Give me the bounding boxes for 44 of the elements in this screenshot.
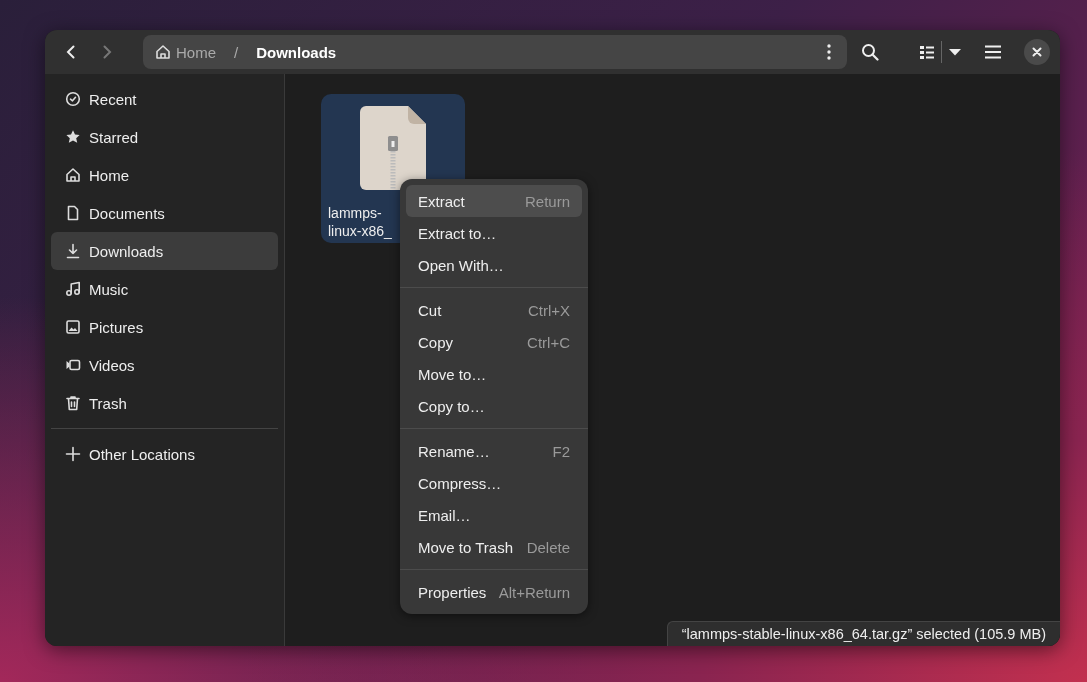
path-separator: / [234, 43, 239, 61]
sidebar-item[interactable]: Videos [51, 346, 278, 384]
menu-icon [985, 45, 1001, 59]
sidebar-item[interactable]: Downloads [51, 232, 278, 270]
home-icon [155, 44, 171, 60]
sidebar-item[interactable]: Starred [51, 118, 278, 156]
music-note-icon [65, 281, 81, 297]
picture-icon [65, 319, 81, 335]
search-icon [861, 43, 879, 61]
list-icon [919, 44, 935, 60]
archive-file-icon [360, 106, 426, 190]
menu-item[interactable]: Copy Ctrl+C [406, 326, 582, 358]
video-camera-icon [65, 357, 81, 373]
sidebar-item[interactable]: Other Locations [51, 435, 278, 473]
path-segment[interactable]: Home [155, 43, 216, 61]
star-icon [65, 129, 81, 145]
plus-icon [65, 446, 81, 462]
menu-item[interactable]: Move to… [406, 358, 582, 390]
menu-item[interactable]: Rename… F2 [406, 435, 582, 467]
close-icon [1032, 47, 1042, 57]
sidebar-item[interactable]: Trash [51, 384, 278, 422]
menu-item[interactable]: Email… [406, 499, 582, 531]
menu-item[interactable]: Cut Ctrl+X [406, 294, 582, 326]
sidebar-item[interactable]: Pictures [51, 308, 278, 346]
clock-icon [65, 91, 81, 107]
file-name: lammps- linux-x86_ [328, 204, 392, 240]
sidebar-item[interactable]: Documents [51, 194, 278, 232]
menu-item[interactable]: Compress… [406, 467, 582, 499]
path-segment[interactable]: Downloads [256, 43, 337, 61]
status-text: “lammps-stable-linux-x86_64.tar.gz” selected (105.9 MB) [681, 626, 1046, 642]
menu-item[interactable]: Extract Return [406, 185, 582, 217]
document-icon [65, 205, 81, 221]
menu-item[interactable]: Properties Alt+Return [406, 576, 582, 608]
sidebar-item[interactable]: Music [51, 270, 278, 308]
caret-down-icon [949, 48, 961, 56]
menu-item[interactable]: Open With… [406, 249, 582, 281]
sidebar-item[interactable]: Recent [51, 80, 278, 118]
home-icon [65, 167, 81, 183]
menu-item[interactable]: Copy to… [406, 390, 582, 422]
trash-icon [65, 395, 81, 411]
download-icon [65, 243, 81, 259]
menu-item[interactable]: Move to Trash Delete [406, 531, 582, 563]
close-button[interactable] [1024, 39, 1050, 65]
sidebar-item[interactable]: Home [51, 156, 278, 194]
